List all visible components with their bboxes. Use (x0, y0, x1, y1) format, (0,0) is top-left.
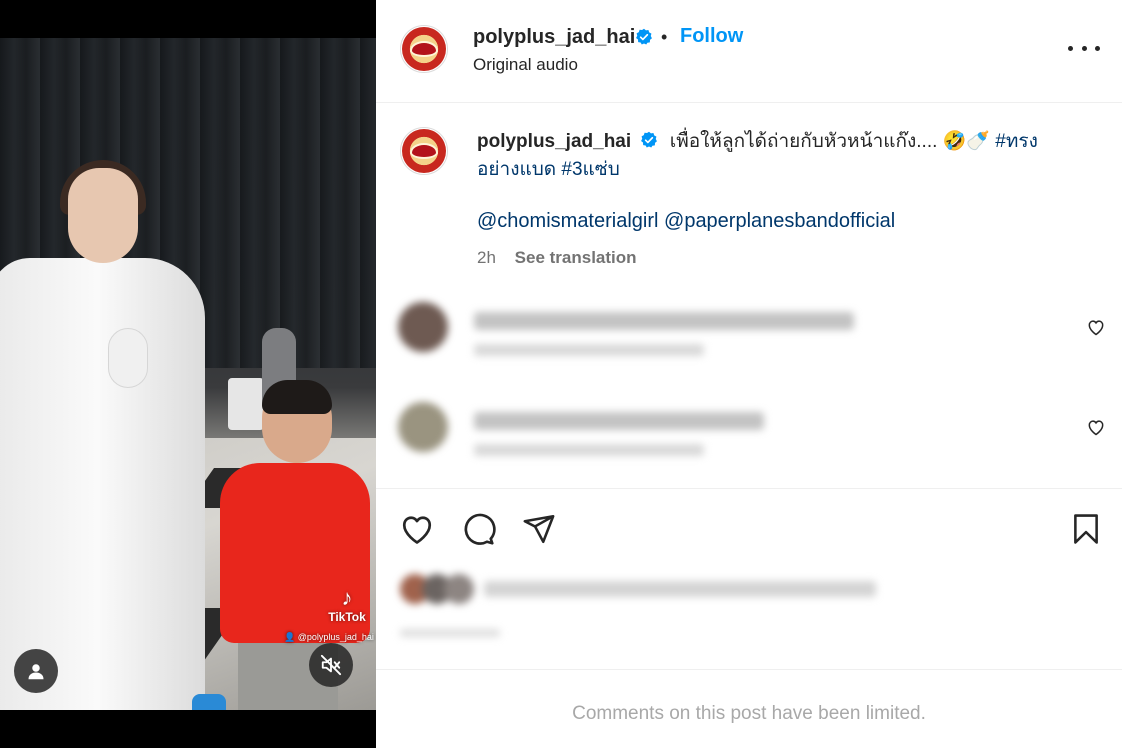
boy-hair (262, 380, 332, 414)
tiktok-handle-text: @polyplus_jad_hai (297, 632, 374, 642)
comment-avatar (398, 402, 448, 452)
tiktok-handle: 👤 @polyplus_jad_hai (284, 632, 374, 643)
caption-username[interactable]: polyplus_jad_hai (477, 131, 631, 152)
caption-text: เพื่อให้ลูกได้ถ่ายกับหัวหน้าแก๊ง.... (669, 131, 938, 152)
user-small-icon: 👤 (284, 632, 298, 642)
share-button[interactable] (520, 510, 558, 548)
comment-text-blurred (474, 312, 854, 330)
woman-in-white-suit (0, 258, 205, 710)
tiktok-watermark: ♪ TikTok (318, 585, 376, 625)
caption-meta: 2h See translation (477, 248, 637, 268)
tiktok-logo-icon: ♪ (341, 585, 353, 610)
liked-by-avatars (400, 574, 480, 604)
verified-badge-icon (641, 131, 658, 148)
follow-button[interactable]: Follow (680, 25, 743, 48)
post-sidebar: polyplus_jad_hai • Follow Original audio… (376, 0, 1122, 748)
user-icon (28, 664, 44, 680)
post-username[interactable]: polyplus_jad_hai (473, 26, 635, 49)
media-pane: ♪ TikTok 👤 @polyplus_jad_hai (0, 0, 376, 748)
caption-avatar[interactable] (400, 127, 448, 175)
comment-meta-blurred (474, 444, 704, 456)
avatar[interactable] (400, 25, 448, 73)
bookmark-icon (1074, 514, 1098, 544)
lips-logo-icon (410, 41, 438, 57)
instagram-post-viewer: ♪ TikTok 👤 @polyplus_jad_hai polyplus_ja… (0, 0, 1122, 748)
see-translation-link[interactable]: See translation (515, 248, 637, 267)
face-mask (108, 328, 148, 388)
boy-shoe (192, 694, 226, 710)
lips-logo-icon (410, 143, 438, 159)
post-timestamp: 2h (477, 248, 496, 267)
comment-icon (464, 513, 496, 545)
comment-text-blurred (474, 412, 764, 430)
verified-badge-icon (636, 28, 652, 45)
mute-toggle-button[interactable] (309, 643, 353, 687)
post-caption: polyplus_jad_hai เพื่อให้ลูกได้ถ่ายกับหั… (477, 128, 1077, 184)
comment-meta-blurred (474, 344, 704, 356)
share-icon (523, 514, 555, 544)
hashtag-link[interactable]: #3แซ่บ (561, 159, 619, 180)
comment-item (398, 302, 1108, 372)
post-header: polyplus_jad_hai • Follow Original audio (376, 0, 1122, 103)
comment-avatar (398, 302, 448, 352)
tagged-users-button[interactable] (14, 649, 58, 693)
more-options-icon[interactable] (1068, 38, 1100, 58)
post-actions (376, 488, 1122, 670)
muted-speaker-icon (320, 654, 342, 676)
caption-mentions[interactable]: @chomismaterialgirl @paperplanesbandoffi… (477, 210, 895, 233)
audio-link[interactable]: Original audio (473, 55, 578, 75)
post-date-blurred (400, 629, 500, 637)
heart-icon (402, 516, 432, 544)
video-player[interactable]: ♪ TikTok 👤 @polyplus_jad_hai (0, 38, 376, 710)
heart-icon[interactable] (1086, 317, 1106, 337)
polyplus-logo (402, 129, 446, 173)
separator-dot: • (661, 27, 668, 47)
like-button[interactable] (398, 510, 436, 548)
save-button[interactable] (1067, 510, 1105, 548)
background-chair (228, 378, 264, 430)
polyplus-logo (402, 27, 446, 71)
tiktok-brand: TikTok (328, 610, 366, 624)
comment-button[interactable] (459, 510, 497, 548)
comments-limited-notice: Comments on this post have been limited. (572, 703, 926, 724)
caption-emoji: 🤣🍼 (942, 131, 990, 152)
heart-icon[interactable] (1086, 417, 1106, 437)
avatar (444, 574, 474, 604)
woman-face (68, 168, 138, 263)
liked-by-text-blurred (484, 581, 876, 597)
comment-item (398, 402, 1108, 472)
